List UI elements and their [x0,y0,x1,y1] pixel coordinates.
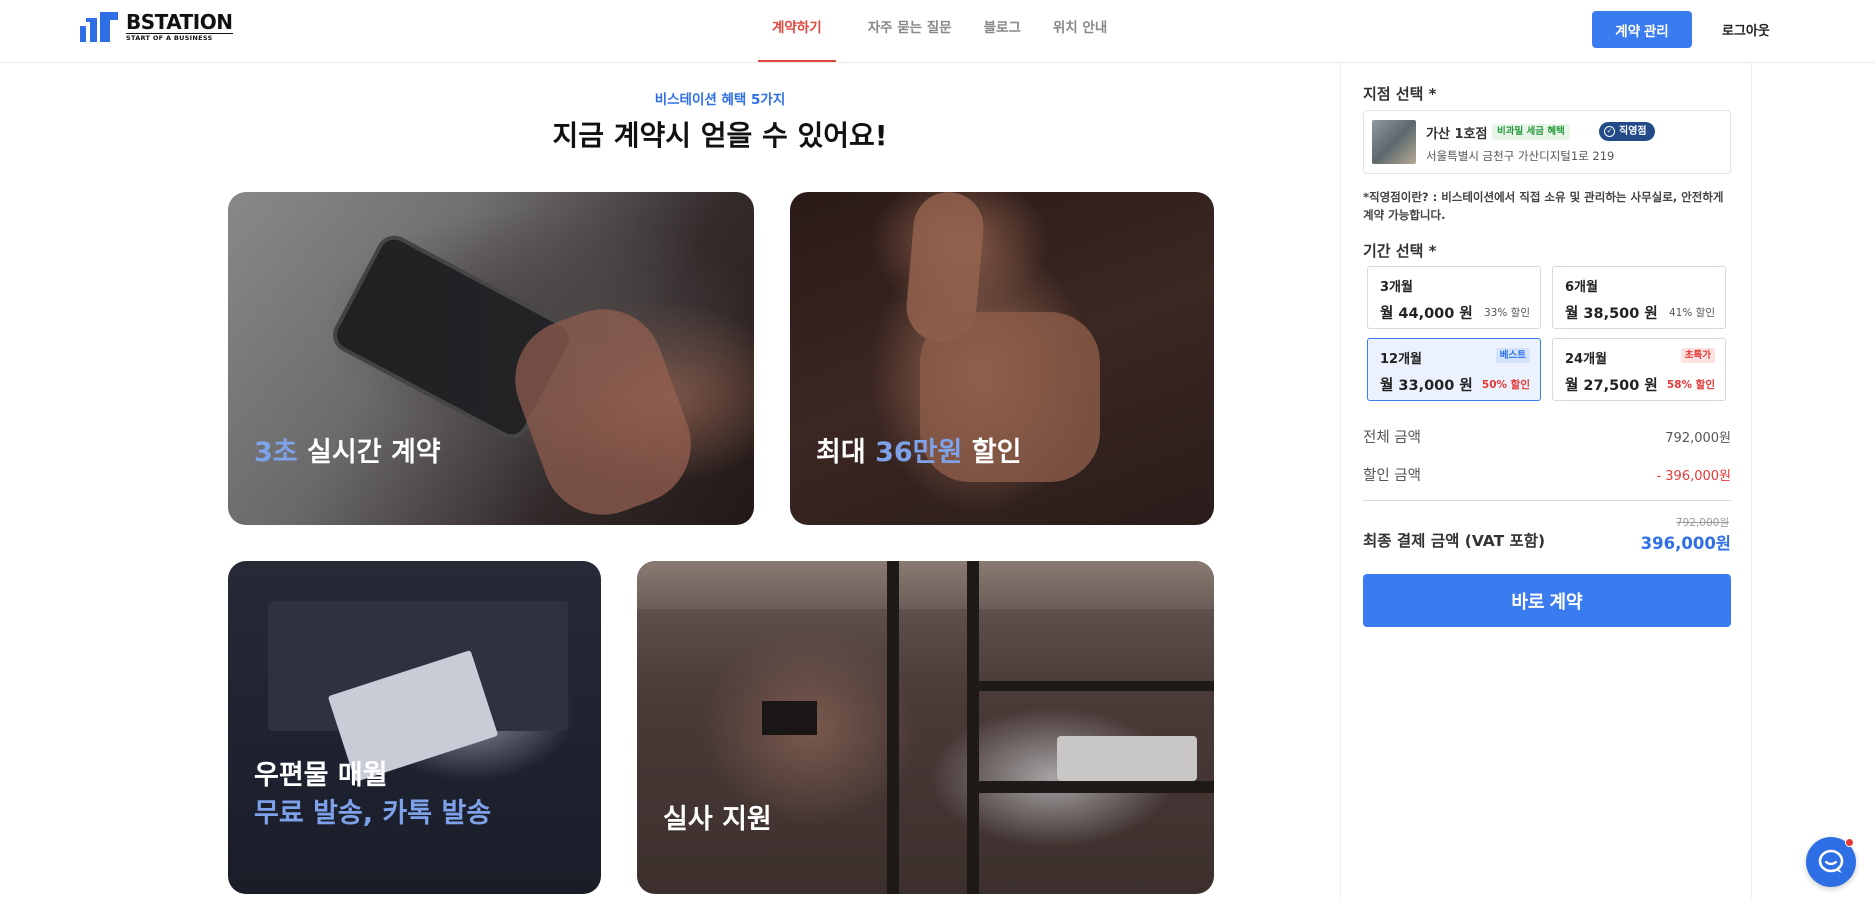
best-badge: 베스트 [1495,348,1530,363]
check-icon: ✓ [1604,126,1615,137]
final-amount-value: 396,000원 [1640,534,1731,553]
top-header: BSTATION START OF A BUSINESS 계약하기 자주 묻는 … [0,0,1875,63]
nav-location[interactable]: 위치 안내 [1053,0,1107,62]
chat-icon [1818,849,1844,873]
benefit-card-discount: 최대 36만원 할인 [790,192,1214,525]
contract-manage-button[interactable]: 계약 관리 [1592,11,1692,48]
plan-3-months[interactable]: 3개월 월 44,000 원 33% 할인 [1367,266,1541,329]
total-amount-label: 전체 금액 [1363,430,1421,446]
discount-amount-value: - 396,000원 [1656,469,1731,484]
logo-tagline: START OF A BUSINESS [126,33,233,42]
branch-select-label: 지점 선택 * [1363,85,1437,103]
nav-contract[interactable]: 계약하기 [758,0,836,62]
notification-dot [1845,838,1854,847]
original-price: 792,000원 [1675,517,1729,529]
main-nav: 계약하기 자주 묻는 질문 블로그 위치 안내 [758,0,1139,62]
period-select-label: 기간 선택 * [1363,242,1437,260]
plan-12-months[interactable]: 12개월 베스트 월 33,000 원 50% 할인 [1367,338,1541,401]
direct-branch-badge: ✓ 직영점 [1599,122,1655,141]
chat-button[interactable] [1806,837,1856,887]
special-price-badge: 초특가 [1680,348,1715,363]
benefits-headline: 지금 계약시 얻을 수 있어요! [552,119,888,152]
buy-now-button[interactable]: 바로 계약 [1363,574,1731,627]
card-title-mail: 우편물 매월 무료 발송, 카톡 발송 [254,760,492,829]
card-title-inspection: 실사 지원 [663,804,772,835]
branch-select-card[interactable]: 가산 1호점 비과밀 세금 혜택 ✓ 직영점 서울특별시 금천구 가산디지털1로… [1363,110,1731,174]
summary-divider [1363,500,1731,501]
discount-amount-label: 할인 금액 [1363,468,1421,484]
card-title-discount: 최대 36만원 할인 [816,437,1022,468]
logo-name: BSTATION [126,10,233,35]
logo-icon [78,12,124,42]
nav-blog[interactable]: 블로그 [984,0,1021,62]
plan-24-months[interactable]: 24개월 초특가 월 27,500 원 58% 할인 [1552,338,1726,401]
card-title-realtime: 3초 실시간 계약 [254,437,441,468]
plan-6-months[interactable]: 6개월 월 38,500 원 41% 할인 [1552,266,1726,329]
total-amount-value: 792,000원 [1665,431,1731,446]
final-amount-label: 최종 결제 금액 (VAT 포함) [1363,532,1546,550]
contract-panel: 지점 선택 * 가산 1호점 비과밀 세금 혜택 ✓ 직영점 서울특별시 금천구… [1340,63,1752,898]
nav-faq[interactable]: 자주 묻는 질문 [868,0,952,62]
branch-name: 가산 1호점 [1426,127,1488,142]
branch-address: 서울특별시 금천구 가산디지털1로 219 [1426,149,1615,163]
benefit-card-inspection: 실사 지원 [637,561,1214,894]
bstation-logo[interactable]: BSTATION START OF A BUSINESS [78,12,233,42]
benefit-card-mail: 우편물 매월 무료 발송, 카톡 발송 [228,561,601,894]
logout-link[interactable]: 로그아웃 [1722,20,1770,39]
tax-benefit-badge: 비과밀 세금 혜택 [1492,124,1570,140]
benefit-card-realtime: 3초 실시간 계약 [228,192,754,525]
direct-branch-note: *직영점이란? : 비스테이션에서 직접 소유 및 관리하는 사무실로, 안전하… [1363,190,1724,222]
branch-thumbnail [1372,120,1416,164]
benefits-eyebrow: 비스테이션 혜택 5가지 [654,92,786,108]
